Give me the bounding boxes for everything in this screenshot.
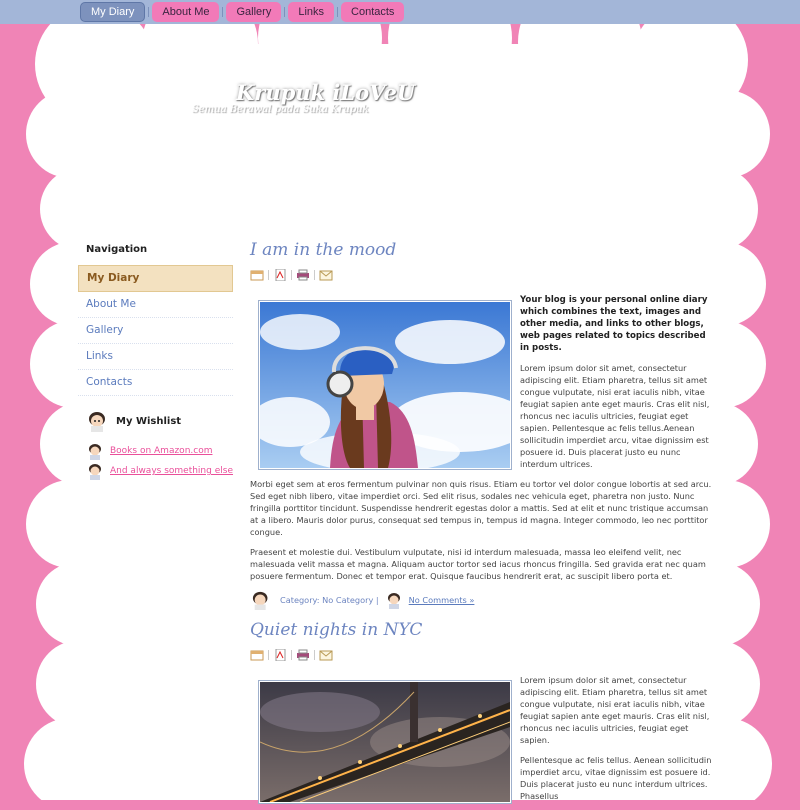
wishlist-link-label[interactable]: And always something else: [110, 466, 233, 476]
post-title[interactable]: Quiet nights in NYC: [250, 620, 712, 640]
sidebar-item-contacts[interactable]: Contacts: [78, 370, 233, 396]
post-image-girl-headphones: [258, 300, 512, 470]
calendar-icon[interactable]: [250, 269, 264, 281]
wishlist-link-label[interactable]: Books on Amazon.com: [110, 446, 212, 456]
post-title[interactable]: I am in the mood: [250, 240, 712, 260]
avatar-icon: [89, 412, 105, 432]
top-nav: My Diary About Me Gallery Links Contacts: [80, 2, 405, 22]
nav-separator: [148, 7, 150, 17]
avatar-icon: [89, 444, 101, 460]
wishlist-header: My Wishlist: [86, 410, 233, 432]
post-category: Category: No Category |: [280, 595, 379, 605]
sidebar-item-about-me[interactable]: About Me: [78, 292, 233, 318]
top-nav-contacts[interactable]: Contacts: [341, 2, 405, 22]
email-icon[interactable]: [319, 649, 333, 661]
post-toolbar: [250, 648, 712, 662]
post: I am in the mood Your blog is your perso…: [250, 240, 712, 610]
nav-separator: [222, 7, 224, 17]
wishlist-heading: My Wishlist: [116, 415, 182, 427]
icon-separator: [268, 270, 269, 280]
calendar-icon[interactable]: [250, 649, 264, 661]
top-bar: My Diary About Me Gallery Links Contacts: [0, 0, 800, 24]
avatar-icon: [89, 464, 101, 480]
post-body: Your blog is your personal online diary …: [250, 294, 712, 582]
sidebar-item-gallery[interactable]: Gallery: [78, 318, 233, 344]
email-icon[interactable]: [319, 269, 333, 281]
top-nav-links[interactable]: Links: [288, 2, 335, 22]
top-nav-gallery[interactable]: Gallery: [226, 2, 282, 22]
sidebar-item-links[interactable]: Links: [78, 344, 233, 370]
print-icon[interactable]: [296, 269, 310, 281]
wishlist-item-something-else[interactable]: And always something else: [86, 462, 233, 480]
sidebar-heading: Navigation: [86, 244, 148, 255]
post-comments-link[interactable]: No Comments »: [409, 595, 475, 605]
top-nav-about-me[interactable]: About Me: [152, 2, 220, 22]
nav-separator: [337, 7, 339, 17]
sidebar: Navigation My Diary About Me Gallery Lin…: [78, 244, 233, 482]
icon-separator: [268, 650, 269, 660]
pdf-icon[interactable]: [273, 649, 287, 661]
wishlist-item-books[interactable]: Books on Amazon.com: [86, 442, 233, 460]
avatar-icon: [252, 591, 268, 610]
icon-separator: [314, 270, 315, 280]
avatar-icon: [387, 593, 400, 609]
post: Quiet nights in NYC Lorem ipsum dolor si…: [250, 620, 712, 804]
sidebar-item-my-diary[interactable]: My Diary: [78, 265, 233, 292]
top-nav-my-diary[interactable]: My Diary: [80, 2, 146, 22]
post-toolbar: [250, 268, 712, 282]
icon-separator: [291, 650, 292, 660]
post-body: Lorem ipsum dolor sit amet, consectetur …: [250, 674, 712, 804]
pdf-icon[interactable]: [273, 269, 287, 281]
post-image-bridge-night: [258, 680, 512, 804]
main-content: I am in the mood Your blog is your perso…: [250, 240, 712, 810]
nav-separator: [284, 7, 286, 17]
icon-separator: [314, 650, 315, 660]
post-paragraph: Morbi eget sem at eros fermentum pulvina…: [250, 479, 712, 537]
post-footer: Category: No Category | No Comments »: [250, 590, 712, 610]
print-icon[interactable]: [296, 649, 310, 661]
site-tagline: Semua Berawal pada Suka Krupuk: [192, 104, 369, 115]
site-title[interactable]: Krupuk iLoVeU: [236, 80, 415, 105]
post-paragraph: Praesent et molestie dui. Vestibulum vul…: [250, 547, 706, 581]
icon-separator: [291, 270, 292, 280]
